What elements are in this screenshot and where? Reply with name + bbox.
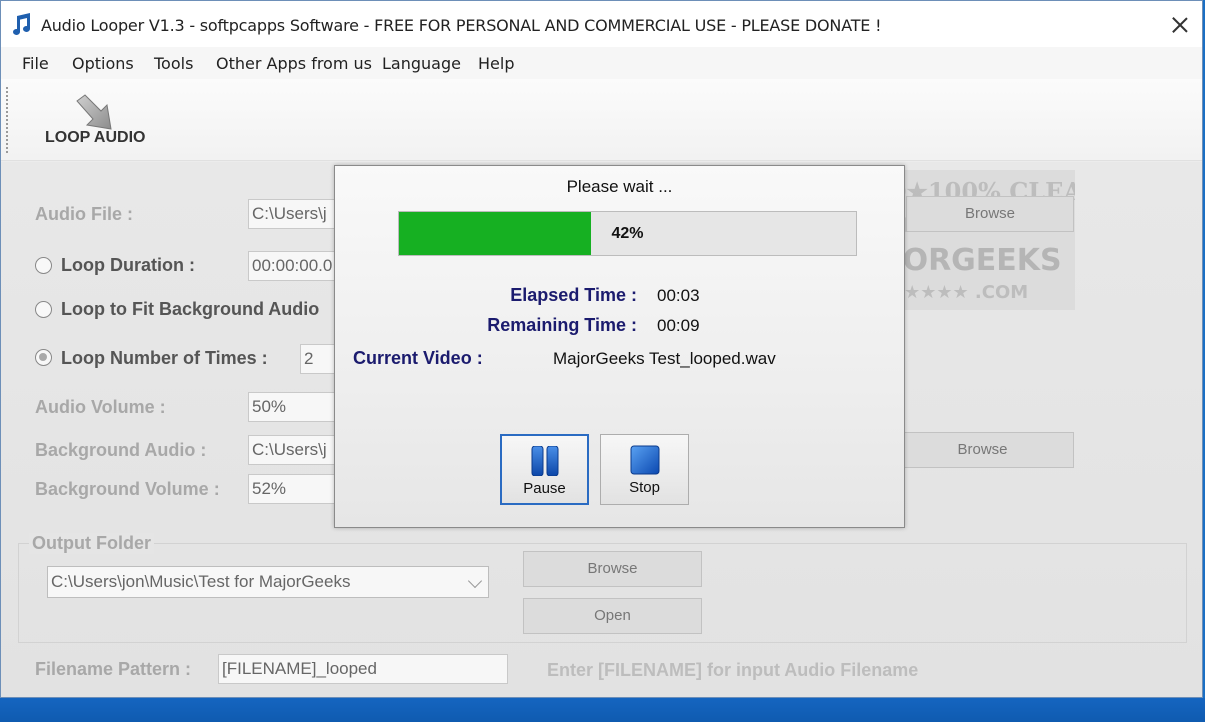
menu-tools[interactable]: Tools [154, 54, 193, 73]
menu-file[interactable]: File [22, 54, 49, 73]
music-note-icon [13, 13, 30, 35]
chevron-down-icon[interactable] [467, 573, 483, 589]
loop-number-label: Loop Number of Times : [61, 348, 268, 368]
filename-pattern-label: Filename Pattern : [35, 659, 192, 679]
close-icon[interactable] [1166, 11, 1194, 39]
stop-button[interactable]: Stop [600, 434, 689, 505]
elapsed-time-value: 00:03 [657, 286, 700, 305]
app-window: Audio Looper V1.3 - softpcapps Software … [0, 0, 1203, 698]
loop-duration-label: Loop Duration : [61, 255, 195, 275]
desktop-taskbar-strip [0, 698, 1205, 722]
remaining-time-value: 00:09 [657, 316, 700, 335]
menu-bar: File Options Tools Other Apps from us La… [1, 47, 1202, 79]
audio-file-label: Audio File : [35, 204, 133, 224]
menu-other-apps[interactable]: Other Apps from us [216, 54, 372, 73]
loop-audio-label: LOOP AUDIO [45, 129, 146, 146]
output-folder-label: Output Folder [29, 533, 154, 554]
background-volume-label: Background Volume : [35, 479, 220, 499]
output-open-button[interactable]: Open [523, 598, 702, 634]
filename-hint: Enter [FILENAME] for input Audio Filenam… [547, 660, 919, 680]
audio-volume-input[interactable]: 50% [248, 392, 348, 422]
menu-options[interactable]: Options [72, 54, 134, 73]
loop-duration-radio[interactable] [35, 257, 52, 274]
audio-file-browse-button[interactable]: Browse [906, 196, 1074, 232]
output-folder-value: C:\Users\jon\Music\Test for MajorGeeks [51, 572, 351, 591]
title-bar: Audio Looper V1.3 - softpcapps Software … [1, 1, 1202, 47]
progress-percent: 42% [611, 225, 644, 242]
loop-fit-label: Loop to Fit Background Audio [61, 299, 320, 319]
current-video-label: Current Video : [353, 348, 483, 368]
arrow-down-right-icon [76, 94, 112, 130]
progress-bar: 42% [398, 211, 857, 256]
loop-number-radio[interactable] [35, 349, 52, 366]
remaining-time-label: Remaining Time : [487, 315, 637, 335]
stop-label: Stop [629, 479, 660, 496]
menu-language[interactable]: Language [382, 54, 461, 73]
audio-volume-label: Audio Volume : [35, 397, 166, 417]
elapsed-time-label: Elapsed Time : [510, 285, 637, 305]
output-browse-button[interactable]: Browse [523, 551, 702, 587]
toolbar: LOOP AUDIO [1, 79, 1202, 161]
stop-icon [630, 445, 659, 475]
background-audio-label: Background Audio : [35, 440, 207, 460]
dialog-title: Please wait ... [566, 177, 673, 196]
menu-help[interactable]: Help [478, 54, 514, 73]
toolbar-grip [6, 87, 8, 153]
pause-label: Pause [523, 480, 566, 497]
background-audio-browse-button[interactable]: Browse [891, 432, 1074, 468]
background-audio-input[interactable]: C:\Users\j [248, 435, 348, 465]
output-folder-select[interactable]: C:\Users\jon\Music\Test for MajorGeeks [47, 566, 489, 598]
audio-file-input[interactable]: C:\Users\j [248, 199, 348, 229]
current-video-value: MajorGeeks Test_looped.wav [553, 349, 776, 368]
background-volume-input[interactable]: 52% [248, 474, 348, 504]
loop-duration-input[interactable]: 00:00:00.0 [248, 251, 348, 281]
pause-button[interactable]: Pause [500, 434, 589, 505]
loop-audio-button[interactable]: LOOP AUDIO [35, 89, 155, 155]
loop-fit-radio[interactable] [35, 301, 52, 318]
filename-pattern-input[interactable]: [FILENAME]_looped [218, 654, 508, 684]
progress-dialog: Please wait ... 42% Elapsed Time : 00:03… [334, 165, 905, 528]
pause-icon [531, 446, 558, 476]
window-title: Audio Looper V1.3 - softpcapps Software … [41, 16, 882, 35]
